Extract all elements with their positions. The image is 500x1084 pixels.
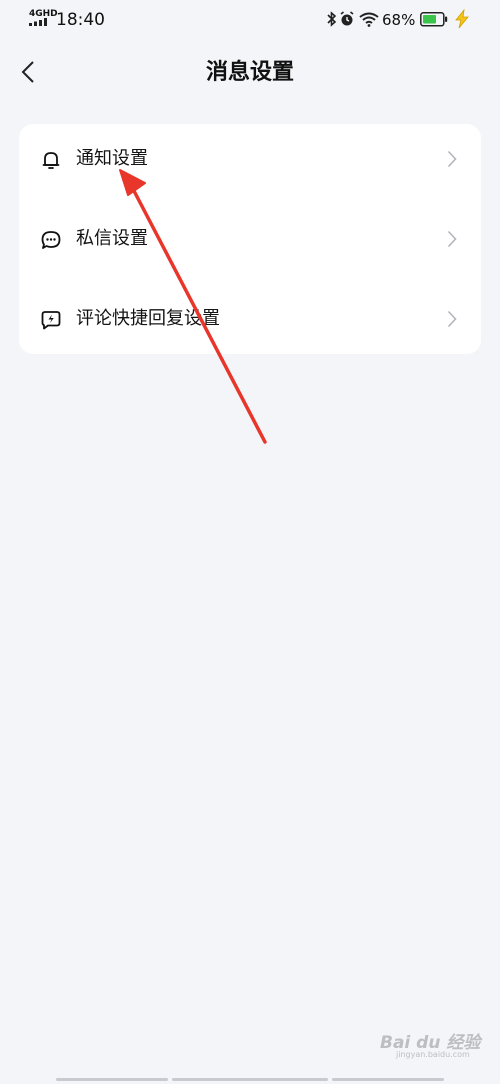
watermark-url: jingyan.baidu.com — [396, 1050, 470, 1059]
nav-header: 消息设置 — [0, 44, 500, 102]
status-time: 18:40 — [56, 10, 105, 30]
bell-icon — [42, 152, 60, 169]
bottom-nav-bar — [332, 1078, 444, 1081]
status-bar: 4GHD 18:40 68% — [0, 0, 500, 40]
chevron-right-icon — [447, 230, 457, 248]
battery-percentage: 68% — [382, 11, 416, 29]
chevron-right-icon — [447, 150, 457, 168]
settings-item-private-message[interactable]: 私信设置 — [19, 204, 481, 276]
quick-reply-icon — [41, 311, 61, 330]
signal-icon — [29, 18, 47, 26]
settings-item-label: 评论快捷回复设置 — [76, 308, 220, 329]
settings-item-label: 通知设置 — [76, 148, 148, 169]
bluetooth-icon — [327, 11, 337, 27]
page-title: 消息设置 — [205, 60, 294, 85]
chat-bubble-icon — [41, 231, 61, 249]
bottom-nav-bar — [56, 1078, 168, 1081]
settings-item-label: 私信设置 — [76, 228, 148, 249]
settings-item-notification[interactable]: 通知设置 — [19, 124, 481, 196]
battery-icon — [420, 12, 448, 27]
alarm-clock-icon — [340, 11, 354, 26]
settings-item-quick-reply[interactable]: 评论快捷回复设置 — [19, 284, 481, 356]
wifi-icon — [359, 12, 379, 27]
charging-bolt-icon — [455, 9, 469, 29]
chevron-right-icon — [447, 310, 457, 328]
bottom-nav-bar — [172, 1078, 328, 1081]
settings-card: 通知设置 私信设置 评论快捷回复设置 — [19, 124, 481, 354]
